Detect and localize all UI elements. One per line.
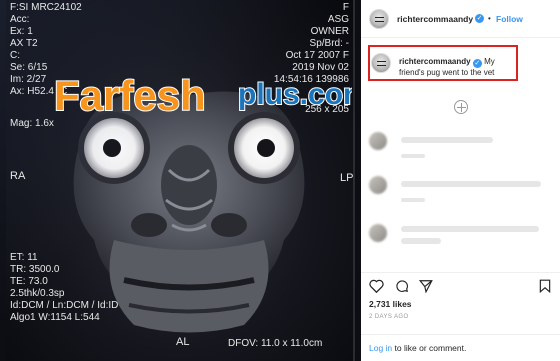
mri-text: TE: 73.0	[10, 276, 48, 287]
comment-avatar	[369, 224, 387, 242]
post-date: 2 DAYS AGO	[369, 314, 409, 320]
comment-row	[369, 132, 549, 158]
comment-meta-blurred	[401, 198, 425, 202]
comment-avatar	[369, 176, 387, 194]
mri-text: 2.5thk/0.3sp	[10, 288, 65, 299]
mri-bottom-overlay: ET: 11 TR: 3500.0 TE: 73.0 2.5thk/0.3sp …	[10, 252, 118, 324]
comment-blurred	[401, 181, 541, 187]
mri-text: AX T2	[10, 38, 38, 49]
mri-text: F:SI MRC24102	[10, 2, 82, 13]
login-prompt-text: to like or comment.	[394, 343, 467, 353]
mri-text: F	[342, 2, 349, 13]
comment-blurred	[401, 226, 539, 232]
mri-orientation-left: LP	[340, 172, 354, 184]
mri-text: C:	[10, 50, 20, 61]
separator-dot: •	[488, 14, 491, 23]
mri-text: Sp/Brd: -	[309, 38, 349, 49]
mri-text: Ex: 1	[10, 26, 33, 37]
mri-text: OWNER	[310, 26, 349, 37]
watermark-sub-text: plus.com	[238, 78, 352, 111]
mri-text: ASG	[327, 14, 349, 25]
comment-meta-blurred	[401, 154, 425, 158]
heart-icon[interactable]	[369, 279, 384, 293]
mri-orientation-right: RA	[10, 170, 26, 182]
login-prompt: Log in to like or comment.	[361, 334, 560, 361]
mri-text: Id:DCM / Ln:DCM / Id:ID	[10, 300, 119, 311]
caption: richtercommaandy ✓ My friend's pug went …	[399, 56, 521, 78]
watermark-main-text: Farfesh	[54, 72, 206, 118]
farfesh-watermark-logo: Farfesh plus.com	[53, 71, 352, 118]
comment-avatar	[369, 132, 387, 150]
share-icon[interactable]	[419, 279, 433, 293]
caption-avatar[interactable]	[371, 53, 391, 73]
mri-dfov: DFOV: 11.0 x 11.0cm	[228, 338, 323, 349]
mri-text: Acc:	[10, 14, 30, 25]
action-bar	[361, 272, 560, 293]
bookmark-icon[interactable]	[539, 279, 551, 293]
post-image[interactable]: F:SI MRC24102 Acc: Ex: 1 AX T2 C: Se: 6/…	[0, 0, 361, 361]
header-username[interactable]: richtercommaandy	[397, 14, 473, 24]
post-side-panel: richtercommaandy ✓ • Follow richtercomma…	[361, 0, 560, 361]
mri-orientation-bottom: AL	[176, 336, 190, 348]
verified-badge-icon: ✓	[472, 59, 482, 68]
caption-username[interactable]: richtercommaandy	[399, 57, 471, 66]
login-link[interactable]: Log in	[369, 343, 392, 353]
likes-count[interactable]: 2,731 likes	[369, 299, 412, 309]
avatar[interactable]	[369, 9, 389, 29]
follow-button[interactable]: Follow	[496, 14, 523, 24]
comment-blurred	[401, 137, 493, 143]
mri-magnification: Mag: 1.6x	[10, 118, 54, 129]
post-header: richtercommaandy ✓ • Follow	[361, 0, 560, 38]
comment-blurred	[401, 238, 441, 244]
mri-text: Oct 17 2007 F	[285, 50, 349, 61]
mri-text: TR: 3500.0	[10, 264, 60, 275]
mri-text: ET: 11	[10, 252, 38, 263]
verified-badge-icon: ✓	[475, 14, 484, 23]
mri-text: Algo1 W:1154 L:544	[10, 312, 100, 323]
comment-row	[369, 176, 549, 202]
comment-icon[interactable]	[395, 279, 409, 293]
plus-circle-icon[interactable]	[454, 100, 468, 114]
comment-row	[369, 224, 549, 246]
